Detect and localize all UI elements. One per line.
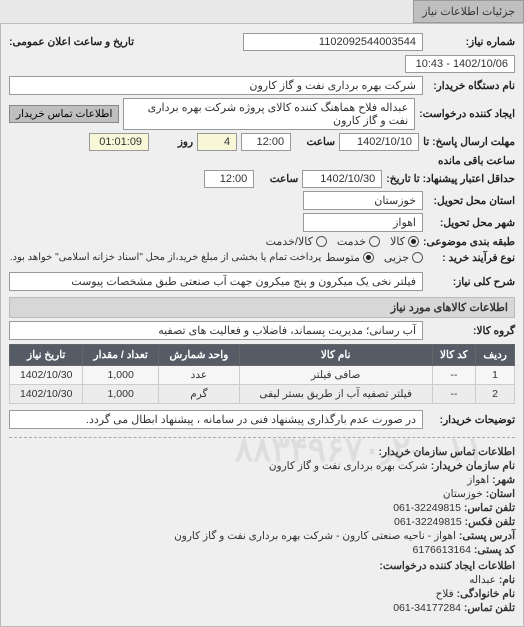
process-note: پرداخت تمام یا بخشی از مبلغ خرید،از محل … <box>10 252 322 263</box>
announce-dt-value: 1402/10/06 - 10:43 <box>405 55 515 73</box>
main-panel: شماره نیاز: 1102092544003544 تاریخ و ساع… <box>0 23 524 627</box>
buyer-notes-value: در صورت عدم بارگذاری پیشنهاد فنی در ساما… <box>9 410 423 429</box>
col-date: تاریخ نیاز <box>10 345 83 366</box>
radio-service[interactable]: خدمت <box>337 235 380 248</box>
need-desc-label: شرح کلی نیاز: <box>427 276 515 288</box>
radio-goods[interactable]: کالا <box>390 235 419 248</box>
need-no-label: شماره نیاز: <box>427 36 515 48</box>
col-unit: واحد شمارش <box>158 345 239 366</box>
buyer-org-value: شرکت بهره برداری نفت و گاز کارون <box>9 76 423 95</box>
remaining-time: 01:01:09 <box>89 133 149 151</box>
validity-time: 12:00 <box>204 170 254 188</box>
requester-label: ایجاد کننده درخواست: <box>419 108 515 120</box>
validity-label: حداقل اعتبار پیشنهاد: تا تاریخ: <box>386 173 515 185</box>
time-label-1: ساعت <box>295 136 335 148</box>
radio-minor[interactable]: جزیی <box>384 251 423 264</box>
process-label: نوع فرآیند خرید : <box>427 252 515 264</box>
buyer-contact-button[interactable]: اطلاعات تماس خریدار <box>9 105 119 123</box>
days-label: روز <box>153 136 193 148</box>
col-code: کد کالا <box>432 345 476 366</box>
remaining-label: ساعت باقی مانده <box>438 155 515 167</box>
table-row: 2 -- فیلتر تصفیه آب از طریق بستر لیفی گر… <box>10 385 515 404</box>
radio-medium[interactable]: متوسط <box>325 251 374 264</box>
process-options: جزیی متوسط <box>325 251 423 264</box>
deadline-label: مهلت ارسال پاسخ: تا <box>423 136 515 148</box>
classification-options: کالا خدمت کالا/خدمت <box>266 235 419 248</box>
announce-dt-label: تاریخ و ساعت اعلان عمومی: <box>9 36 134 48</box>
creator-header: اطلاعات ایجاد کننده درخواست: <box>379 560 515 572</box>
col-qty: تعداد / مقدار <box>83 345 158 366</box>
validity-date: 1402/10/30 <box>302 170 382 188</box>
time-label-2: ساعت <box>258 173 298 185</box>
buyer-notes-label: توضیحات خریدار: <box>427 414 515 426</box>
group-label: گروه کالا: <box>427 325 515 337</box>
goods-section-header: اطلاعات کالاهای مورد نیاز <box>9 297 515 318</box>
group-value: آب رسانی؛ مدیریت پسماند، فاضلاب و فعالیت… <box>9 321 423 340</box>
col-row: ردیف <box>476 345 515 366</box>
tab-title: جزئیات اطلاعات نیاز <box>413 0 524 23</box>
radio-goods-service[interactable]: کالا/خدمت <box>266 235 327 248</box>
city-value: اهواز <box>303 213 423 232</box>
province-value: خوزستان <box>303 191 423 210</box>
deadline-date: 1402/10/10 <box>339 133 419 151</box>
col-name: نام کالا <box>239 345 432 366</box>
contact-header: اطلاعات تماس سازمان خریدار: <box>379 446 515 458</box>
contact-block: اطلاعات تماس سازمان خریدار: نام سازمان خ… <box>9 437 515 614</box>
requester-value: عبداله فلاح هماهنگ کننده کالای پروژه شرک… <box>123 98 415 130</box>
classification-label: طبقه بندی موضوعی: <box>423 236 515 248</box>
buyer-org-label: نام دستگاه خریدار: <box>427 80 515 92</box>
deadline-time: 12:00 <box>241 133 291 151</box>
table-row: 1 -- صافی فیلتر عدد 1,000 1402/10/30 <box>10 366 515 385</box>
days-left: 4 <box>197 133 237 151</box>
need-no-value: 1102092544003544 <box>243 33 423 51</box>
province-label: استان محل تحویل: <box>427 195 515 207</box>
need-desc-value: فیلتر نخی یک میکرون و پنج میکرون جهت آب … <box>9 272 423 291</box>
items-table: ردیف کد کالا نام کالا واحد شمارش تعداد /… <box>9 344 515 404</box>
city-label: شهر محل تحویل: <box>427 217 515 229</box>
